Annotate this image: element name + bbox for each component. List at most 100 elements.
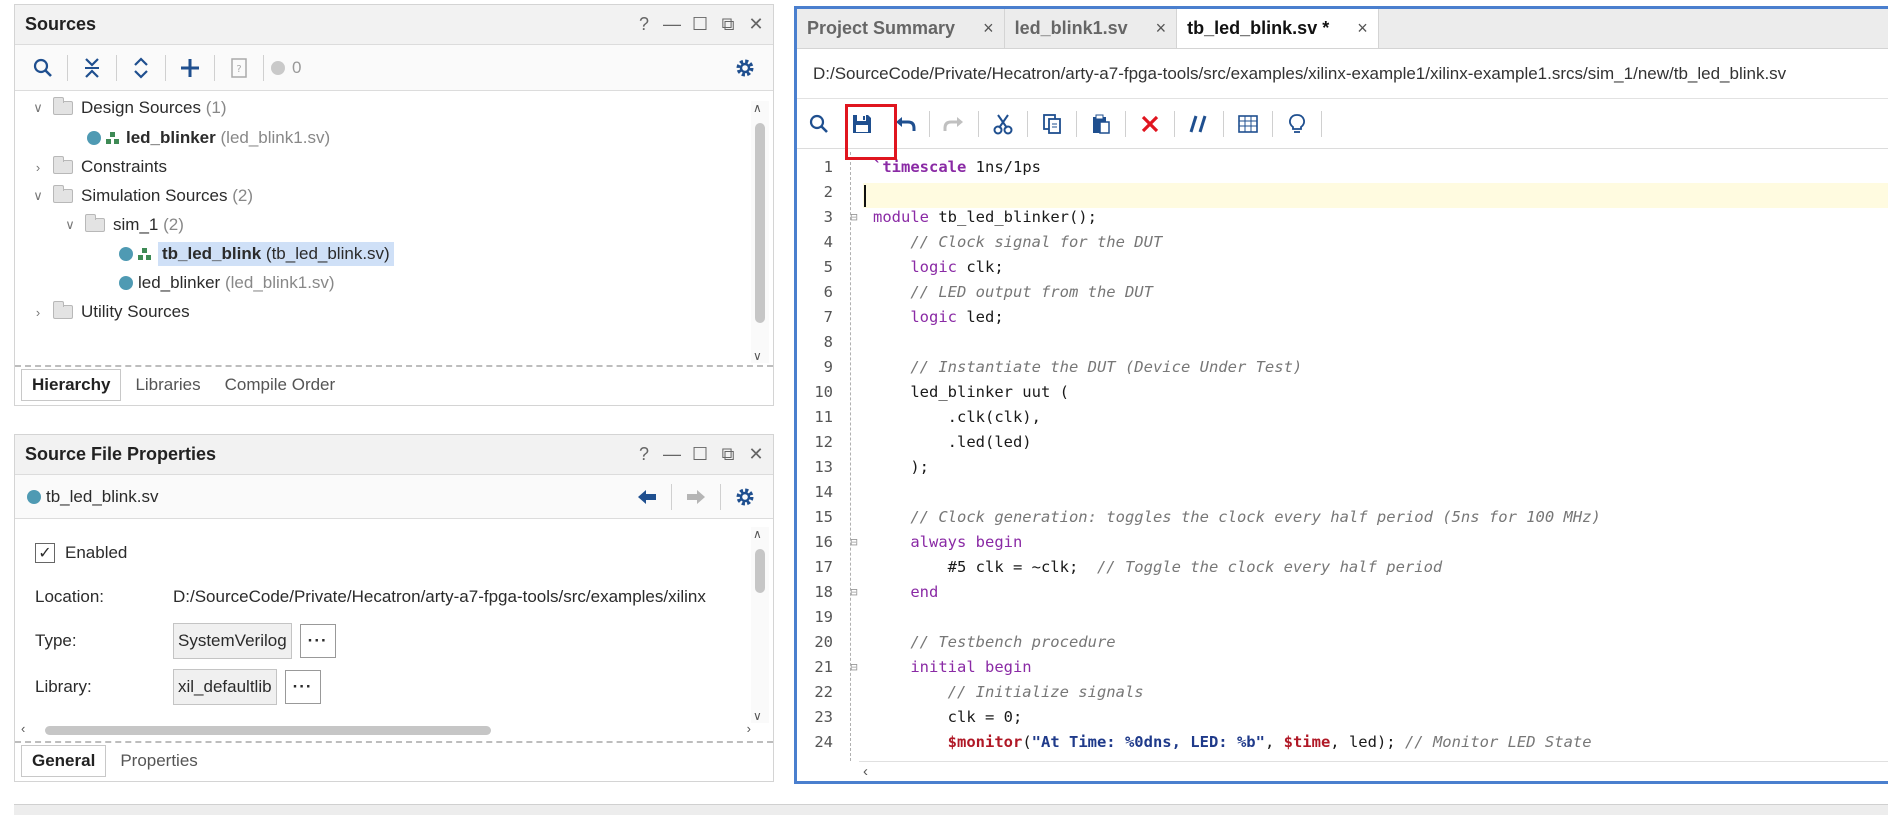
gear-icon[interactable] (725, 478, 765, 516)
close-icon[interactable]: ✕ (748, 14, 763, 35)
code-editor: Project Summary × led_blink1.sv × tb_led… (794, 6, 1888, 784)
enabled-row: ✓ Enabled (35, 543, 127, 563)
maximize-icon[interactable]: ☐ (692, 14, 708, 35)
enabled-checkbox[interactable]: ✓ (35, 543, 55, 563)
fold-end-icon: ⊟ (850, 584, 858, 599)
file-status-icon (119, 247, 133, 261)
code-line: 20 // Testbench procedure (814, 632, 1116, 651)
code-line: 4 // Clock signal for the DUT (823, 232, 1163, 251)
properties-panel-title: Source File Properties (25, 444, 217, 464)
chevron-right-icon[interactable]: › (29, 160, 47, 175)
tree-node-tb-led-blink[interactable]: tb_led_blink (tb_led_blink.sv) (119, 239, 394, 269)
tab-project-summary[interactable]: Project Summary × (797, 9, 1005, 48)
tab-compile-order[interactable]: Compile Order (215, 370, 346, 400)
fold-icon[interactable]: ⊟ (845, 535, 863, 549)
code-text-area[interactable]: 1 `timescale 1ns/1ps 2 3 ⊟ module tb_led_bl… (797, 152, 1888, 761)
sources-vertical-scrollbar[interactable]: ∧ ∨ (751, 101, 769, 363)
search-icon[interactable] (23, 49, 63, 87)
add-sources-icon[interactable] (170, 49, 210, 87)
close-icon[interactable]: × (1357, 18, 1368, 39)
help-icon[interactable]: ? (637, 14, 651, 35)
code-line: 10 led_blinker uut ( (814, 382, 1069, 401)
chevron-right-icon[interactable]: › (29, 305, 47, 320)
lightbulb-icon[interactable] (1277, 105, 1317, 143)
chevron-down-icon[interactable]: ∨ (61, 217, 79, 233)
code-line: 22 // Initialize signals (814, 682, 1144, 701)
tab-hierarchy[interactable]: Hierarchy (21, 369, 122, 401)
tab-tb-led-blink[interactable]: tb_led_blink.sv * × (1177, 9, 1379, 48)
fold-icon[interactable]: ⊟ (845, 210, 863, 224)
code-line: 6 // LED output from the DUT (823, 282, 1153, 301)
close-icon[interactable]: × (983, 18, 994, 39)
code-line: 5 logic clk; (823, 257, 1004, 276)
tree-node-sim-1[interactable]: ∨ sim_1 (2) (61, 210, 184, 240)
paste-icon[interactable] (1081, 105, 1121, 143)
tree-node-led-blinker-design[interactable]: led_blinker (led_blink1.sv) (87, 123, 330, 153)
library-browse-button[interactable]: ··· (284, 670, 321, 704)
sources-panel: Sources ? — ☐ ⧉ ✕ ? 0 ∨ Design Sources (… (14, 4, 774, 406)
code-line: 8 (823, 332, 833, 351)
close-icon[interactable]: ✕ (748, 444, 763, 465)
editor-horizontal-scrollbar[interactable]: ‹ (859, 761, 1888, 781)
tree-node-utility-sources[interactable]: › Utility Sources (29, 297, 190, 327)
location-label: Location: (35, 587, 104, 606)
code-line: 9 // Instantiate the DUT (Device Under T… (823, 357, 1303, 376)
cut-icon[interactable] (983, 105, 1023, 143)
sources-tree: ∨ Design Sources (1) led_blinker (led_bl… (15, 91, 751, 365)
gear-icon[interactable] (725, 49, 765, 87)
tree-label: sim_1 (113, 215, 159, 234)
svg-text:?: ? (236, 64, 241, 75)
column-select-icon[interactable] (1228, 105, 1268, 143)
maximize-icon[interactable]: ☐ (692, 444, 708, 465)
folder-icon (85, 214, 105, 232)
minimize-icon[interactable]: — (663, 444, 681, 465)
tree-label: Constraints (81, 157, 167, 176)
type-row: Type: SystemVerilog ··· (35, 623, 336, 659)
folder-icon (53, 156, 73, 174)
chevron-down-icon[interactable]: ∨ (29, 100, 47, 116)
tab-led-blink1[interactable]: led_blink1.sv × (1005, 9, 1178, 48)
code-line: 2 (823, 182, 833, 201)
collapse-all-icon[interactable] (72, 49, 112, 87)
code-line: 1 `timescale 1ns/1ps (823, 157, 1041, 176)
tab-libraries[interactable]: Libraries (125, 370, 210, 400)
chevron-down-icon[interactable]: ∨ (29, 188, 47, 204)
properties-vertical-scrollbar[interactable]: ∧ ∨ (751, 527, 769, 723)
properties-view-tabs: General Properties (15, 741, 773, 779)
help-icon[interactable]: ? (637, 444, 651, 465)
selected-item: tb_led_blink (tb_led_blink.sv) (158, 242, 394, 266)
location-value: D:/SourceCode/Private/Hecatron/arty-a7-f… (173, 587, 706, 606)
float-icon[interactable]: ⧉ (721, 444, 735, 465)
close-icon[interactable]: × (1156, 18, 1167, 39)
library-row: Library: xil_defaultlib ··· (35, 669, 321, 705)
type-value: SystemVerilog (173, 623, 292, 659)
copy-icon[interactable] (1032, 105, 1072, 143)
back-arrow-icon[interactable] (627, 478, 667, 516)
fold-icon[interactable]: ⊟ (845, 660, 863, 674)
library-value: xil_defaultlib (173, 669, 277, 705)
file-info-icon[interactable]: ? (219, 49, 259, 87)
search-icon[interactable] (799, 105, 839, 143)
tree-node-design-sources[interactable]: ∨ Design Sources (1) (29, 93, 227, 123)
forward-arrow-icon[interactable] (676, 478, 716, 516)
float-icon[interactable]: ⧉ (721, 14, 735, 35)
tree-node-constraints[interactable]: › Constraints (29, 152, 167, 182)
sources-toolbar: ? 0 (15, 45, 773, 91)
minimize-icon[interactable]: — (663, 14, 681, 35)
expand-all-icon[interactable] (121, 49, 161, 87)
comment-toggle-icon[interactable] (1179, 105, 1219, 143)
code-line: 13 ); (814, 457, 929, 476)
tab-general[interactable]: General (21, 745, 107, 777)
redo-icon[interactable] (934, 105, 974, 143)
tab-properties[interactable]: Properties (110, 746, 207, 776)
type-browse-button[interactable]: ··· (299, 624, 336, 658)
tree-node-simulation-sources[interactable]: ∨ Simulation Sources (2) (29, 181, 253, 211)
delete-icon[interactable] (1130, 105, 1170, 143)
code-line: 21 ⊟ initial begin (814, 657, 1032, 676)
properties-horizontal-scrollbar[interactable]: ‹ › (21, 721, 751, 737)
tree-node-led-blinker-sim[interactable]: led_blinker (led_blink1.sv) (119, 268, 335, 298)
sources-panel-header: Sources ? — ☐ ⧉ ✕ (15, 5, 773, 45)
editor-file-path: D:/SourceCode/Private/Hecatron/arty-a7-f… (797, 49, 1888, 99)
sources-panel-title: Sources (25, 14, 97, 34)
save-button-highlight (845, 104, 897, 160)
